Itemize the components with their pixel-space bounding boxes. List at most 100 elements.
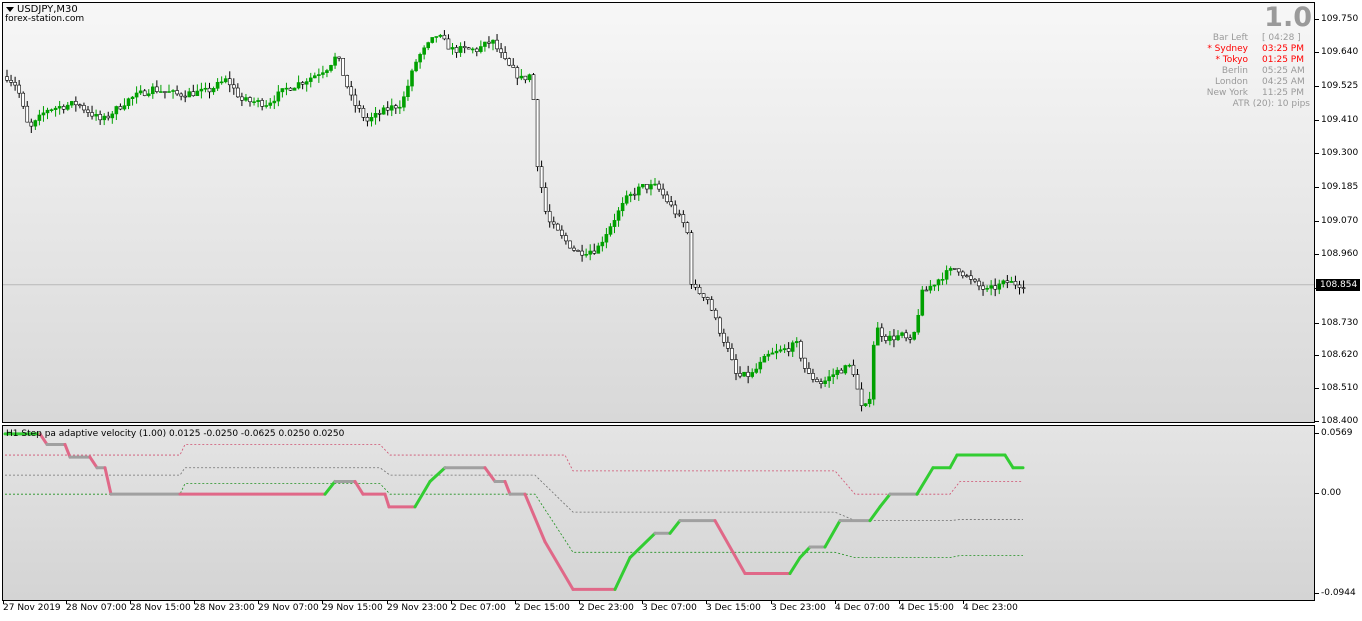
candle (993, 278, 998, 297)
indicator-step-segment (798, 545, 812, 560)
candle (645, 184, 649, 194)
candle (402, 91, 406, 112)
candle (612, 213, 617, 234)
candle (381, 105, 386, 115)
candle (835, 367, 840, 380)
candle (798, 339, 803, 362)
candle (940, 272, 945, 286)
candle (774, 343, 779, 360)
time-axis-label: 2 Dec 07:00 (451, 603, 506, 613)
candle (709, 296, 714, 311)
candle (240, 92, 244, 107)
session-row-value: 05:25 AM (1262, 66, 1305, 76)
candle (256, 97, 260, 108)
indicator-step-segment (503, 479, 512, 496)
indicator-step-segment (948, 453, 959, 470)
candle (600, 236, 605, 252)
price-axis-label: 109.185 (1321, 182, 1359, 193)
candle (118, 103, 123, 111)
candle (904, 329, 908, 342)
candle (734, 354, 738, 381)
candle (175, 85, 179, 96)
price-chart-pane[interactable] (2, 2, 1315, 423)
candle (730, 343, 734, 361)
candle (317, 68, 321, 83)
candle (960, 270, 965, 279)
candle (871, 341, 876, 406)
candle (681, 210, 686, 228)
indicator-axis-tick (1315, 493, 1319, 495)
candle (151, 83, 155, 99)
candle (215, 78, 220, 91)
candle (823, 376, 827, 387)
candle (361, 105, 366, 122)
current-price-label: 108.854 (1316, 279, 1360, 291)
candle (65, 102, 70, 111)
candle (875, 322, 880, 346)
candle (280, 88, 285, 98)
candle (466, 46, 471, 50)
indicator-pane[interactable] (2, 425, 1315, 601)
indicator-step-segment (543, 540, 575, 591)
indicator-step-segment (1003, 453, 1015, 470)
indicator-step-segment (788, 556, 802, 575)
candle (827, 370, 831, 388)
candle (134, 86, 139, 104)
candle (924, 286, 929, 292)
candle (426, 41, 431, 51)
candle (547, 204, 552, 228)
indicator-step-segment (413, 479, 432, 509)
candle (260, 98, 264, 111)
candle (462, 41, 467, 54)
candle (110, 111, 115, 124)
indicator-step-segment (613, 556, 632, 591)
dropdown-triangle-icon[interactable] (6, 6, 14, 12)
candle (341, 58, 345, 76)
upper-level-line (5, 444, 1023, 495)
price-axis-label: 109.640 (1321, 46, 1359, 57)
candle (628, 191, 633, 203)
candle (855, 368, 860, 390)
big-value-display: 1.0 (1264, 2, 1312, 33)
candle (487, 36, 491, 49)
candle (272, 95, 277, 110)
atr-label: ATR (20): 10 pips (1232, 99, 1310, 109)
candle (207, 82, 212, 99)
candle (543, 182, 548, 215)
session-row-value: 03:25 PM (1262, 44, 1304, 54)
candle (61, 104, 66, 114)
candle (920, 285, 925, 317)
candle (584, 248, 588, 258)
candle (843, 364, 848, 375)
candle (106, 111, 111, 121)
candle (325, 68, 329, 78)
candle (717, 316, 722, 337)
candle (114, 105, 119, 121)
candle (657, 180, 661, 193)
candle (1017, 280, 1022, 295)
indicator-step-segment (823, 519, 842, 549)
candle (70, 100, 74, 108)
candle (831, 368, 836, 384)
price-axis-label: 109.525 (1321, 81, 1359, 91)
time-axis-label: 3 Dec 23:00 (771, 603, 826, 613)
candle (892, 329, 896, 348)
candle (531, 72, 536, 101)
candle (592, 243, 597, 255)
candle (580, 244, 584, 262)
candle (333, 52, 337, 69)
candle (102, 113, 106, 126)
candle (519, 69, 524, 81)
candle (369, 112, 374, 127)
candle (13, 76, 17, 91)
candle (373, 106, 378, 125)
candle (470, 47, 475, 54)
indicator-axis-tick (1315, 593, 1319, 594)
candle (454, 44, 459, 58)
indicator-step-segment (103, 466, 113, 496)
price-axis-label: 109.300 (1321, 148, 1359, 158)
candle (183, 90, 187, 103)
candle (928, 280, 933, 294)
time-axis-label: 27 Nov 2019 (3, 603, 61, 613)
candle (248, 96, 252, 107)
